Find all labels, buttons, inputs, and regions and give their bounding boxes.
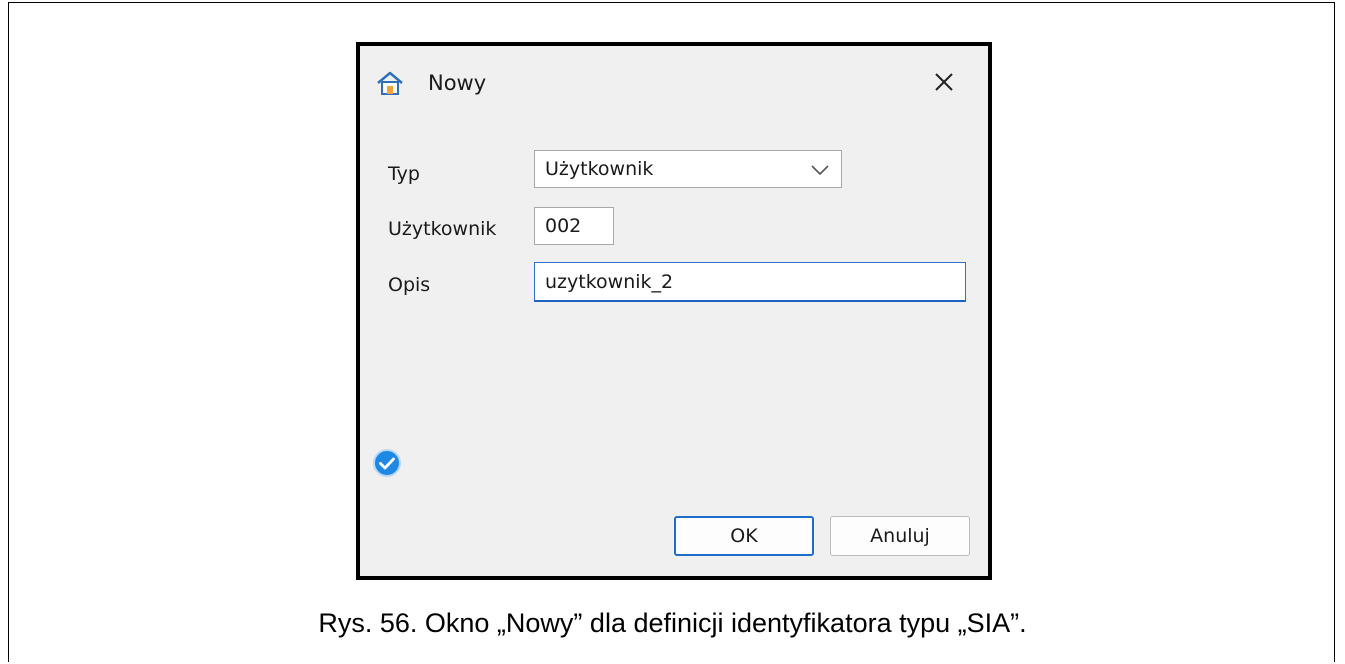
user-number-value: 002 xyxy=(545,215,582,237)
dialog-titlebar: Nowy xyxy=(360,46,988,118)
chevron-down-icon xyxy=(811,165,829,176)
new-dialog: Nowy Typ Użytkownik Użytkownik 002 Opis … xyxy=(356,42,992,580)
home-icon xyxy=(377,71,403,95)
user-label: Użytkownik xyxy=(388,218,497,240)
description-label: Opis xyxy=(388,274,431,296)
cancel-button[interactable]: Anuluj xyxy=(830,516,970,556)
type-select-value: Użytkownik xyxy=(545,158,654,180)
dialog-title: Nowy xyxy=(428,71,487,95)
close-icon[interactable] xyxy=(928,66,960,98)
description-input[interactable]: uzytkownik_2 xyxy=(534,262,966,302)
user-number-input[interactable]: 002 xyxy=(534,207,614,245)
type-label: Typ xyxy=(388,163,420,185)
ok-button[interactable]: OK xyxy=(674,516,814,556)
type-select[interactable]: Użytkownik xyxy=(534,150,842,188)
description-value: uzytkownik_2 xyxy=(545,270,674,293)
check-circle-icon xyxy=(373,449,401,477)
figure-caption: Rys. 56. Okno „Nowy” dla definicji ident… xyxy=(318,608,1027,638)
